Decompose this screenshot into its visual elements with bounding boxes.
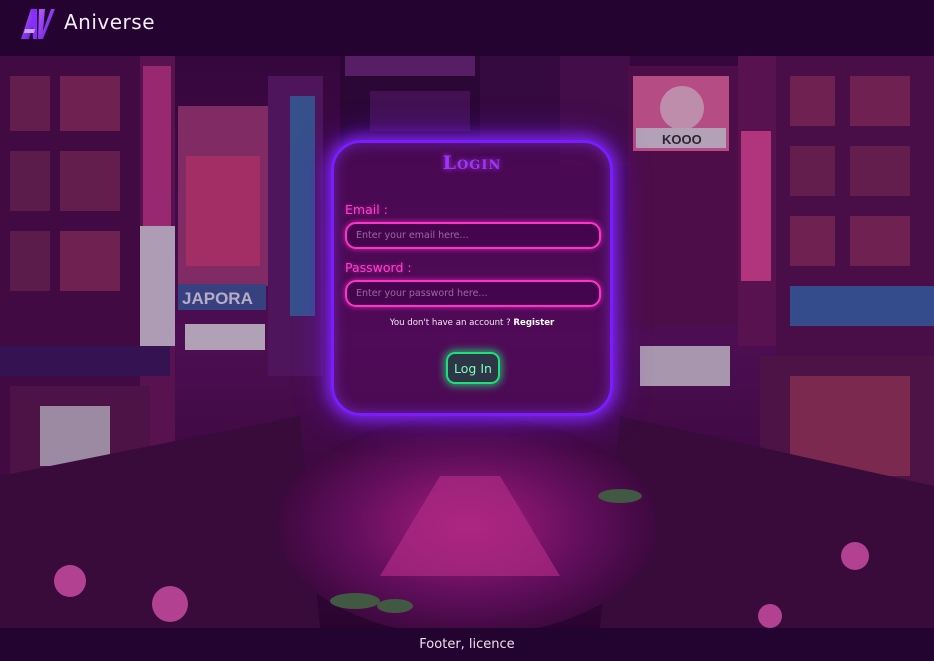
- footer: Footer, licence: [0, 628, 934, 661]
- footer-text: Footer, licence: [419, 637, 515, 652]
- login-title: Login: [442, 152, 502, 174]
- password-label: Password :: [345, 260, 412, 275]
- brand-name[interactable]: Aniverse: [64, 10, 155, 34]
- email-field[interactable]: [345, 222, 601, 249]
- register-prompt-text: You don't have an account ?: [389, 318, 514, 328]
- login-card: Login Email : Password : You don't have …: [331, 140, 613, 416]
- login-button[interactable]: Log In: [446, 352, 500, 384]
- top-header: Aniverse: [0, 0, 934, 56]
- register-prompt-line: You don't have an account ? Register: [334, 318, 610, 328]
- aniverse-logo-icon[interactable]: [19, 7, 55, 41]
- email-label: Email :: [345, 202, 388, 217]
- password-field[interactable]: [345, 280, 601, 307]
- register-link[interactable]: Register: [513, 318, 554, 328]
